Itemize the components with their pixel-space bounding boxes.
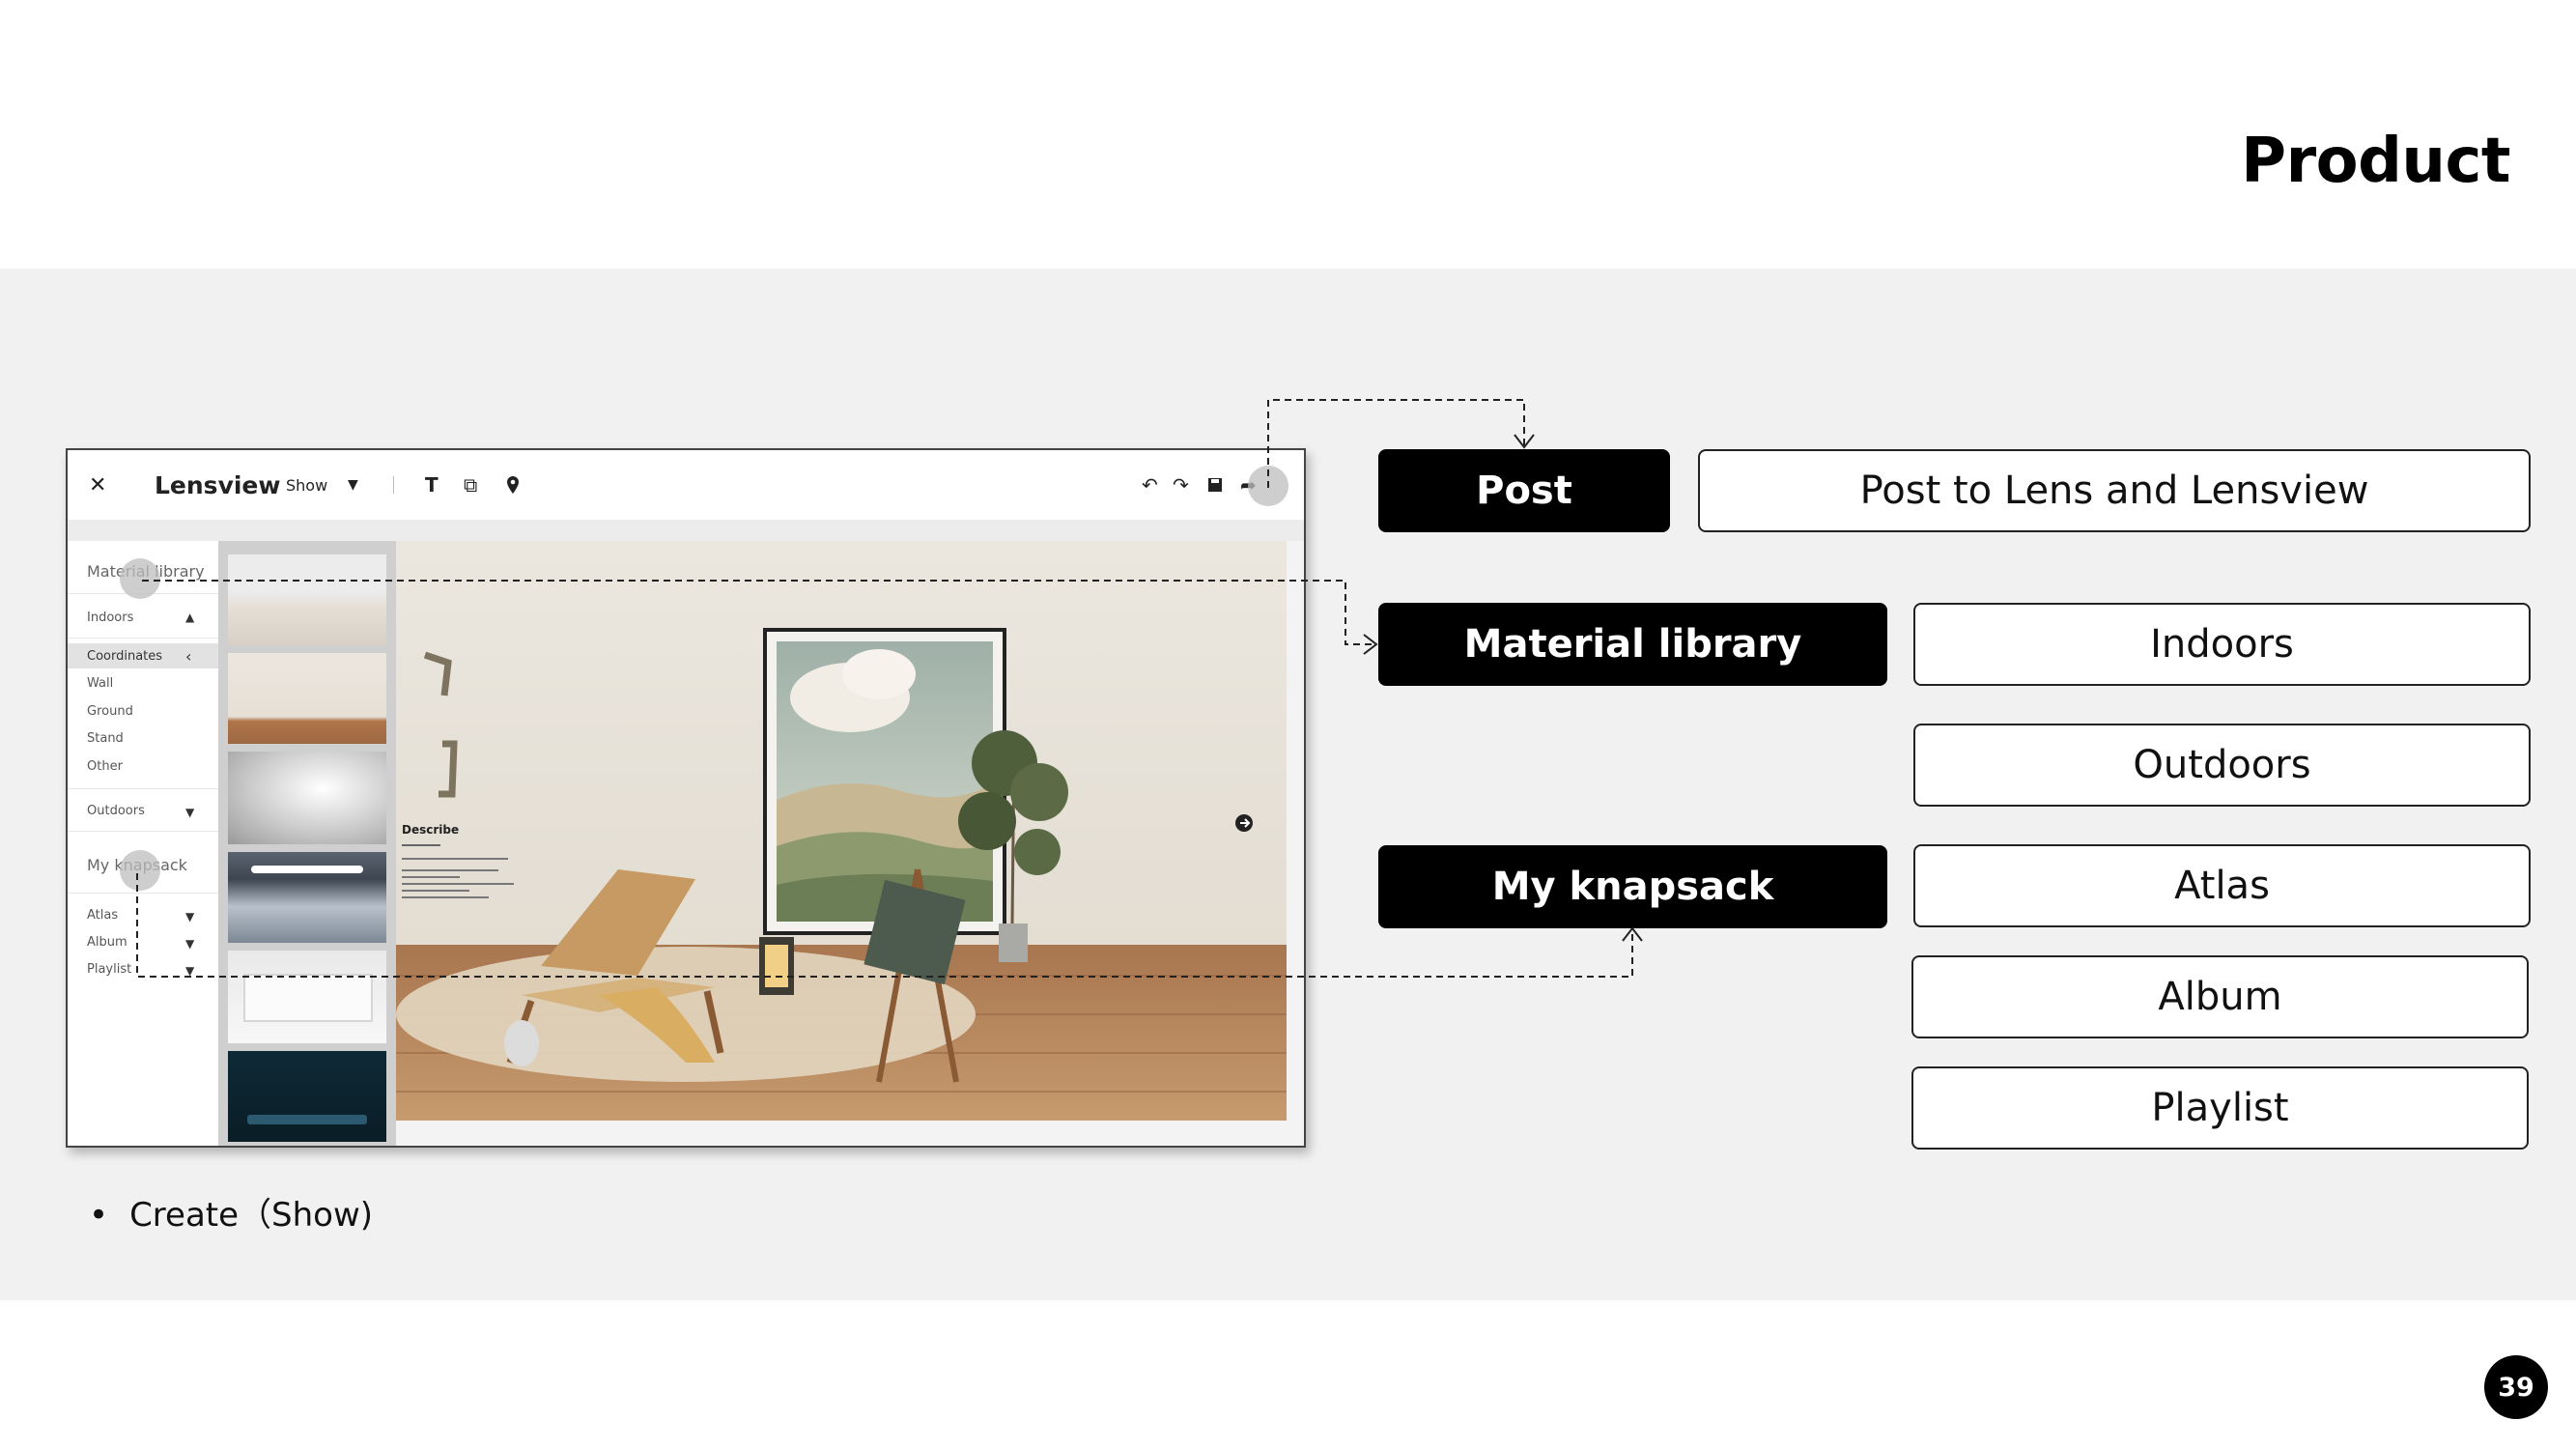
page-number-badge: 39 [2484, 1355, 2548, 1419]
bullet-item: • Create（Show) [89, 1188, 373, 1236]
connector-library-to-box [142, 580, 1375, 645]
bullet-text: Create（Show) [129, 1196, 374, 1235]
connector-knapsack-to-box [136, 873, 1633, 978]
bullet-dot-icon: • [89, 1196, 109, 1235]
connector-share-to-post [1267, 399, 1525, 488]
flow-connectors [136, 399, 1643, 978]
